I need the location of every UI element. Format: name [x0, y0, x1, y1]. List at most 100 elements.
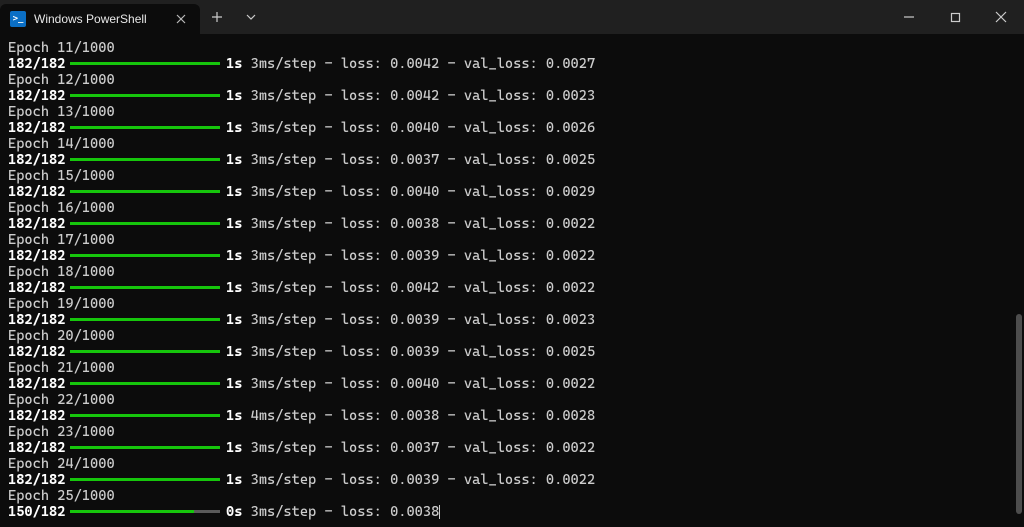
titlebar: >_ Windows PowerShell	[0, 0, 1024, 34]
tab-powershell[interactable]: >_ Windows PowerShell	[0, 4, 200, 34]
step-counter: 182/182	[8, 88, 68, 104]
minimize-button[interactable]	[886, 0, 932, 34]
tab-dropdown-button[interactable]	[234, 0, 268, 34]
chevron-down-icon	[246, 12, 256, 22]
step-counter: 182/182	[8, 280, 68, 296]
metrics-text: 4ms/step - loss: 0.0038 - val_loss: 0.00…	[242, 408, 595, 424]
minimize-icon	[903, 11, 915, 23]
progress-line: 182/182 1s 3ms/step - loss: 0.0039 - val…	[8, 248, 1016, 264]
progress-line: 182/182 1s 3ms/step - loss: 0.0040 - val…	[8, 184, 1016, 200]
progress-line: 182/182 1s 3ms/step - loss: 0.0039 - val…	[8, 344, 1016, 360]
epoch-label: Epoch 21/1000	[8, 360, 1016, 376]
epoch-label: Epoch 15/1000	[8, 168, 1016, 184]
epoch-label: Epoch 23/1000	[8, 424, 1016, 440]
progress-bar	[70, 286, 220, 289]
progress-bar	[70, 478, 220, 481]
metrics-text: 3ms/step - loss: 0.0038 - val_loss: 0.00…	[242, 216, 595, 232]
tab-title: Windows PowerShell	[34, 12, 147, 26]
elapsed-time: 1s	[226, 344, 242, 360]
new-tab-button[interactable]	[200, 0, 234, 34]
close-window-button[interactable]	[978, 0, 1024, 34]
scrollbar[interactable]	[1014, 34, 1024, 527]
elapsed-time: 1s	[226, 120, 242, 136]
elapsed-time: 1s	[226, 184, 242, 200]
progress-line: 182/182 1s 3ms/step - loss: 0.0040 - val…	[8, 120, 1016, 136]
maximize-icon	[950, 12, 961, 23]
step-counter: 182/182	[8, 472, 68, 488]
metrics-text: 3ms/step - loss: 0.0040 - val_loss: 0.00…	[242, 184, 595, 200]
step-counter: 182/182	[8, 408, 68, 424]
progress-bar	[70, 126, 220, 129]
metrics-text: 3ms/step - loss: 0.0039 - val_loss: 0.00…	[242, 312, 595, 328]
step-counter: 150/182	[8, 504, 68, 520]
step-counter: 182/182	[8, 152, 68, 168]
epoch-label: Epoch 24/1000	[8, 456, 1016, 472]
metrics-text: 3ms/step - loss: 0.0042 - val_loss: 0.00…	[242, 88, 595, 104]
step-counter: 182/182	[8, 312, 68, 328]
progress-bar	[70, 254, 220, 257]
tab-close-button[interactable]	[172, 10, 190, 28]
step-counter: 182/182	[8, 56, 68, 72]
progress-bar	[70, 222, 220, 225]
metrics-text: 3ms/step - loss: 0.0039 - val_loss: 0.00…	[242, 248, 595, 264]
metrics-text: 3ms/step - loss: 0.0037 - val_loss: 0.00…	[242, 440, 595, 456]
progress-line: 182/182 1s 4ms/step - loss: 0.0038 - val…	[8, 408, 1016, 424]
maximize-button[interactable]	[932, 0, 978, 34]
metrics-text: 3ms/step - loss: 0.0040 - val_loss: 0.00…	[242, 120, 595, 136]
epoch-label: Epoch 25/1000	[8, 488, 1016, 504]
progress-line: 182/182 1s 3ms/step - loss: 0.0037 - val…	[8, 440, 1016, 456]
progress-bar	[70, 158, 220, 161]
progress-bar	[70, 190, 220, 193]
text-cursor	[439, 505, 440, 519]
progress-line: 182/182 1s 3ms/step - loss: 0.0039 - val…	[8, 472, 1016, 488]
elapsed-time: 1s	[226, 472, 242, 488]
progress-line: 182/182 1s 3ms/step - loss: 0.0042 - val…	[8, 56, 1016, 72]
progress-line: 182/182 1s 3ms/step - loss: 0.0042 - val…	[8, 280, 1016, 296]
scrollbar-thumb[interactable]	[1016, 314, 1022, 514]
progress-bar	[70, 510, 220, 513]
terminal-output[interactable]: Epoch 11/1000182/182 1s 3ms/step - loss:…	[0, 34, 1024, 527]
metrics-text: 3ms/step - loss: 0.0039 - val_loss: 0.00…	[242, 344, 595, 360]
metrics-text: 3ms/step - loss: 0.0042 - val_loss: 0.00…	[242, 280, 595, 296]
elapsed-time: 1s	[226, 280, 242, 296]
progress-line: 182/182 1s 3ms/step - loss: 0.0040 - val…	[8, 376, 1016, 392]
step-counter: 182/182	[8, 344, 68, 360]
elapsed-time: 1s	[226, 440, 242, 456]
epoch-label: Epoch 12/1000	[8, 72, 1016, 88]
elapsed-time: 1s	[226, 248, 242, 264]
epoch-label: Epoch 11/1000	[8, 40, 1016, 56]
step-counter: 182/182	[8, 120, 68, 136]
progress-bar	[70, 446, 220, 449]
progress-line: 150/182 0s 3ms/step - loss: 0.0038	[8, 504, 1016, 520]
metrics-text: 3ms/step - loss: 0.0039 - val_loss: 0.00…	[242, 472, 595, 488]
progress-bar	[70, 318, 220, 321]
step-counter: 182/182	[8, 248, 68, 264]
epoch-label: Epoch 22/1000	[8, 392, 1016, 408]
metrics-text: 3ms/step - loss: 0.0038	[242, 504, 439, 520]
epoch-label: Epoch 19/1000	[8, 296, 1016, 312]
step-counter: 182/182	[8, 440, 68, 456]
elapsed-time: 1s	[226, 56, 242, 72]
epoch-label: Epoch 14/1000	[8, 136, 1016, 152]
powershell-icon: >_	[10, 11, 26, 27]
plus-icon	[211, 11, 223, 23]
epoch-label: Epoch 18/1000	[8, 264, 1016, 280]
elapsed-time: 1s	[226, 152, 242, 168]
step-counter: 182/182	[8, 184, 68, 200]
epoch-label: Epoch 20/1000	[8, 328, 1016, 344]
progress-line: 182/182 1s 3ms/step - loss: 0.0038 - val…	[8, 216, 1016, 232]
elapsed-time: 0s	[226, 504, 242, 520]
elapsed-time: 1s	[226, 216, 242, 232]
progress-bar	[70, 382, 220, 385]
metrics-text: 3ms/step - loss: 0.0040 - val_loss: 0.00…	[242, 376, 595, 392]
elapsed-time: 1s	[226, 312, 242, 328]
progress-bar	[70, 62, 220, 65]
progress-line: 182/182 1s 3ms/step - loss: 0.0042 - val…	[8, 88, 1016, 104]
elapsed-time: 1s	[226, 376, 242, 392]
progress-bar	[70, 414, 220, 417]
window-controls	[886, 0, 1024, 34]
close-icon	[176, 14, 186, 24]
progress-line: 182/182 1s 3ms/step - loss: 0.0039 - val…	[8, 312, 1016, 328]
elapsed-time: 1s	[226, 88, 242, 104]
epoch-label: Epoch 16/1000	[8, 200, 1016, 216]
